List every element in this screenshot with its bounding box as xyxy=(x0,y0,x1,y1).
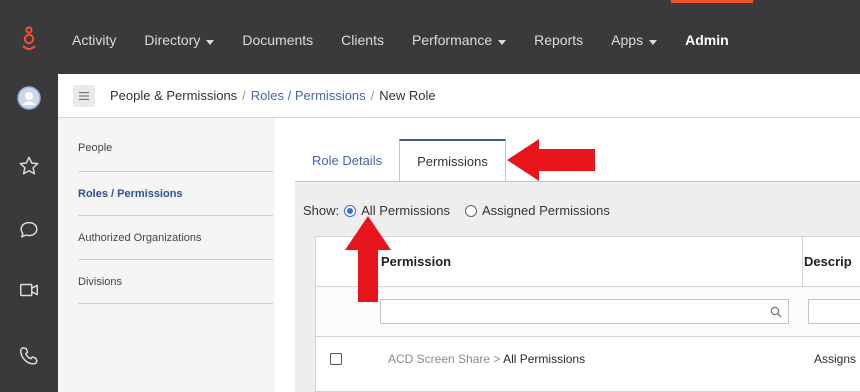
nav-documents[interactable]: Documents xyxy=(228,0,327,80)
annotation-arrow-left xyxy=(507,139,595,181)
nav-clients[interactable]: Clients xyxy=(327,0,398,80)
row-checkbox[interactable] xyxy=(330,353,342,365)
annotation-arrow-up xyxy=(345,216,391,302)
chevron-down-icon xyxy=(649,40,658,45)
permission-separator: > xyxy=(493,352,501,366)
table-header: Permission Descrip xyxy=(316,237,860,287)
sidebar-item-people[interactable]: People xyxy=(78,118,273,172)
nav-directory-label: Directory xyxy=(144,32,201,48)
nav-admin-label: Admin xyxy=(685,32,729,48)
chevron-down-icon xyxy=(206,40,215,45)
nav-apps-label: Apps xyxy=(611,32,644,48)
sidebar-item-label: People xyxy=(78,142,113,154)
breadcrumb-separator: / xyxy=(242,88,246,103)
permission-search-input[interactable] xyxy=(381,300,761,323)
nav-apps[interactable]: Apps xyxy=(597,0,671,80)
breadcrumb-new-role: New Role xyxy=(379,88,436,103)
nav-reports[interactable]: Reports xyxy=(520,0,597,80)
permissions-table: Permission Descrip ACD Screen Share > Al… xyxy=(315,236,860,392)
admin-sidebar: People Roles / Permissions Authorized Or… xyxy=(58,118,275,392)
description-cell: Assigns xyxy=(814,352,857,366)
hamburger-menu-icon[interactable] xyxy=(73,84,95,107)
breadcrumb-people-permissions[interactable]: People & Permissions xyxy=(110,88,237,103)
table-filter-row xyxy=(316,287,860,337)
star-icon[interactable] xyxy=(0,136,58,196)
sidebar-item-roles-permissions[interactable]: Roles / Permissions xyxy=(78,172,273,216)
breadcrumb-roles-permissions[interactable]: Roles / Permissions xyxy=(251,88,366,103)
chevron-down-icon xyxy=(498,40,507,45)
avatar-icon[interactable] xyxy=(0,68,58,128)
breadcrumb-separator: / xyxy=(370,88,375,103)
permission-category: ACD Screen Share xyxy=(388,352,491,366)
chat-bubble-icon[interactable] xyxy=(0,200,58,260)
breadcrumb: People & Permissions / Roles / Permissio… xyxy=(110,88,436,103)
top-nav-bar: Activity Directory Documents Clients Per… xyxy=(58,0,860,80)
left-rail xyxy=(0,0,58,392)
sidebar-item-label: Divisions xyxy=(78,276,123,288)
sidebar-item-label: Authorized Organizations xyxy=(78,232,202,244)
phone-icon[interactable] xyxy=(0,326,58,386)
nav-directory[interactable]: Directory xyxy=(130,0,228,80)
permission-cell: ACD Screen Share > All Permissions xyxy=(388,352,585,366)
role-tabs: Role Details Permissions xyxy=(295,139,506,182)
sidebar-item-divisions[interactable]: Divisions xyxy=(78,260,273,304)
top-nav: Activity Directory Documents Clients Per… xyxy=(58,0,753,80)
nav-performance-label: Performance xyxy=(411,32,493,48)
tab-role-details[interactable]: Role Details xyxy=(295,139,399,182)
nav-documents-label: Documents xyxy=(242,32,314,48)
nav-reports-label: Reports xyxy=(534,32,584,48)
permission-search-field[interactable] xyxy=(380,299,789,324)
permission-name: All Permissions xyxy=(503,352,586,366)
radio-assigned-permissions-label[interactable]: Assigned Permissions xyxy=(482,203,610,218)
show-label: Show: xyxy=(303,203,340,218)
tab-permissions[interactable]: Permissions xyxy=(399,139,506,182)
breadcrumb-bar: People & Permissions / Roles / Permissio… xyxy=(58,74,860,118)
sidebar-item-label: Roles / Permissions xyxy=(78,188,183,200)
nav-admin[interactable]: Admin xyxy=(671,0,753,80)
sidebar-item-authorized-organizations[interactable]: Authorized Organizations xyxy=(78,216,273,260)
radio-assigned-permissions[interactable] xyxy=(465,204,477,217)
video-camera-icon[interactable] xyxy=(0,260,58,320)
nav-clients-label: Clients xyxy=(341,32,384,48)
description-search-field[interactable] xyxy=(808,299,860,324)
nav-activity-label: Activity xyxy=(72,32,117,48)
nav-activity[interactable]: Activity xyxy=(58,0,130,80)
column-header-description[interactable]: Descrip xyxy=(804,254,852,269)
nav-performance[interactable]: Performance xyxy=(398,0,520,80)
table-row[interactable]: ACD Screen Share > All Permissions Assig… xyxy=(316,337,860,381)
search-icon[interactable] xyxy=(770,305,782,323)
